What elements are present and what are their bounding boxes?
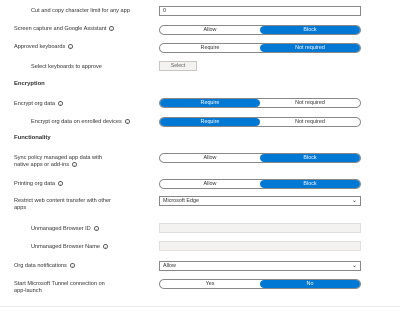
unmanaged-name-label: Unmanaged Browser Name i	[31, 244, 109, 251]
select-keyboards-button[interactable]: Select	[159, 61, 197, 71]
sync-policy-allow[interactable]: Allow	[160, 154, 260, 162]
approved-keyboards-toggle[interactable]: Require Not required	[159, 43, 361, 53]
info-icon[interactable]: i	[58, 101, 64, 107]
printing-toggle[interactable]: Allow Block	[159, 179, 361, 189]
screen-capture-label: Screen capture and Google Assistant i	[14, 26, 115, 33]
org-notifications-dropdown[interactable]: Allow ⌄	[159, 261, 361, 271]
sync-policy-label: Sync policy managed app data with native…	[14, 155, 103, 168]
bottom-divider	[0, 306, 400, 307]
tunnel-yes[interactable]: Yes	[160, 280, 260, 288]
printing-label: Printing org data i	[14, 181, 64, 188]
screen-capture-block[interactable]: Block	[260, 26, 360, 34]
tunnel-toggle[interactable]: Yes No	[159, 279, 361, 289]
info-icon[interactable]: i	[58, 181, 64, 187]
unmanaged-id-input[interactable]	[159, 223, 361, 233]
restrict-web-dropdown[interactable]: Microsoft Edge ⌄	[159, 196, 361, 206]
restrict-web-label: Restrict web content transfer with other…	[14, 198, 112, 211]
encrypt-org-require[interactable]: Require	[160, 99, 260, 107]
approved-keyboards-not-required[interactable]: Not required	[260, 44, 360, 52]
info-icon[interactable]: i	[72, 162, 78, 168]
info-icon[interactable]: i	[93, 226, 99, 232]
screen-capture-allow[interactable]: Allow	[160, 26, 260, 34]
unmanaged-name-input[interactable]	[159, 241, 361, 251]
tunnel-label: Start Microsoft Tunnel connection on app…	[14, 281, 105, 294]
encrypt-enrolled-label: Encrypt org data on enrolled devices i	[31, 119, 130, 126]
tunnel-no[interactable]: No	[260, 280, 360, 288]
approved-keyboards-require[interactable]: Require	[160, 44, 260, 52]
approved-keyboards-label: Approved keyboards i	[14, 44, 74, 51]
encrypt-enrolled-require[interactable]: Require	[160, 118, 260, 126]
select-keyboards-label: Select keyboards to approve	[31, 64, 102, 70]
sync-policy-toggle[interactable]: Allow Block	[159, 153, 361, 163]
cut-copy-label: Cut and copy character limit for any app	[31, 8, 130, 14]
printing-block[interactable]: Block	[260, 180, 360, 188]
encrypt-enrolled-toggle[interactable]: Require Not required	[159, 117, 361, 127]
info-icon[interactable]: i	[68, 44, 74, 50]
info-icon[interactable]: i	[103, 244, 109, 250]
screen-capture-toggle[interactable]: Allow Block	[159, 25, 361, 35]
chevron-down-icon: ⌄	[351, 197, 357, 204]
encrypt-org-toggle[interactable]: Require Not required	[159, 98, 361, 108]
sync-policy-block[interactable]: Block	[260, 154, 360, 162]
encrypt-org-label: Encrypt org data i	[14, 101, 64, 108]
org-notifications-label: Org data notifications i	[14, 263, 75, 270]
info-icon[interactable]: i	[109, 26, 115, 32]
chevron-down-icon: ⌄	[351, 262, 357, 269]
encryption-header: Encryption	[14, 81, 45, 87]
info-icon[interactable]: i	[69, 263, 75, 269]
printing-allow[interactable]: Allow	[160, 180, 260, 188]
info-icon[interactable]: i	[124, 119, 130, 125]
functionality-header: Functionality	[14, 135, 51, 141]
cut-copy-input[interactable]: 0	[159, 6, 361, 16]
encrypt-enrolled-not-required[interactable]: Not required	[260, 118, 360, 126]
unmanaged-id-label: Unmanaged Browser ID i	[31, 226, 99, 233]
encrypt-org-not-required[interactable]: Not required	[260, 99, 360, 107]
